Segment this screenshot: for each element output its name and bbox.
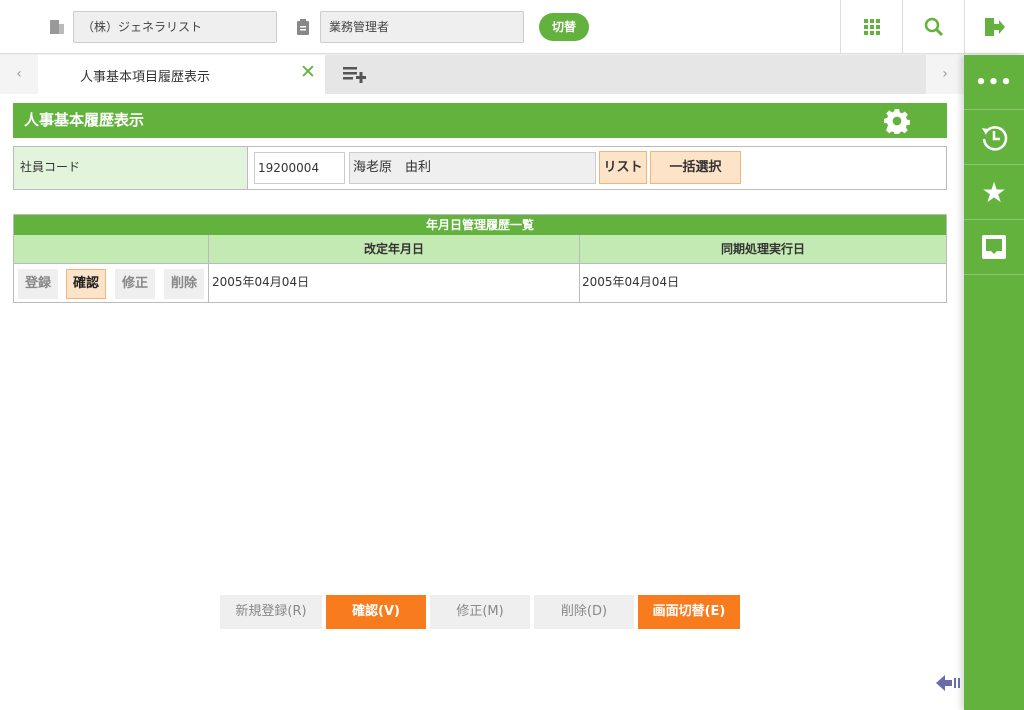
delete-button[interactable]: 削除(D)	[534, 595, 634, 629]
history-button[interactable]	[964, 110, 1024, 165]
list-button[interactable]: リスト	[599, 151, 647, 184]
logout-button[interactable]	[964, 0, 1024, 54]
table-row: 登録 確認 修正 削除 2005年04月04日 2005年04月04日	[14, 264, 946, 302]
row-edit-button[interactable]: 修正	[115, 269, 155, 299]
logout-icon	[984, 18, 1005, 36]
employee-code-label: 社員コード	[14, 147, 248, 189]
page-title: 人事基本履歴表示	[13, 103, 947, 138]
employee-code-input[interactable]: 19200004	[254, 152, 345, 184]
company-field[interactable]: （株）ジェネラリスト	[73, 11, 277, 43]
confirm-button[interactable]: 確認(V)	[326, 595, 426, 629]
sync-date-cell: 2005年04月04日	[579, 264, 946, 302]
row-confirm-button[interactable]: 確認	[66, 269, 106, 299]
star-icon: ★	[981, 175, 1007, 209]
tab-label: 人事基本項目履歴表示	[80, 70, 211, 85]
tab-active[interactable]: 人事基本項目履歴表示 ✕	[38, 55, 325, 94]
search-button[interactable]	[902, 0, 964, 54]
row-delete-button[interactable]: 削除	[164, 269, 204, 299]
collapse-arrow-icon[interactable]	[936, 673, 964, 693]
bulk-select-button[interactable]: 一括選択	[650, 151, 741, 184]
tab-scroll-left[interactable]: ‹	[0, 55, 38, 94]
revision-date-cell: 2005年04月04日	[208, 264, 579, 302]
building-icon	[50, 20, 64, 34]
search-icon	[924, 17, 943, 37]
column-header: 改定年月日	[208, 235, 579, 264]
favorite-button[interactable]: ★	[964, 165, 1024, 220]
history-table-title: 年月日管理履歴一覧	[14, 215, 946, 235]
more-button[interactable]: •••	[964, 55, 1024, 110]
column-header: 同期処理実行日	[579, 235, 946, 264]
history-table: 年月日管理履歴一覧 改定年月日 同期処理実行日 登録 確認 修正 削除 2005…	[13, 214, 947, 303]
right-sidebar: ••• ★	[964, 55, 1024, 710]
apps-button[interactable]	[840, 0, 902, 54]
employee-name-field: 海老原 由利	[349, 152, 596, 184]
switch-screen-button[interactable]: 画面切替(E)	[638, 595, 740, 629]
edit-button[interactable]: 修正(M)	[430, 595, 530, 629]
tab-scroll-right[interactable]: ›	[926, 55, 964, 94]
row-register-button[interactable]: 登録	[18, 269, 58, 299]
role-field[interactable]: 業務管理者	[320, 11, 524, 43]
inbox-icon	[982, 235, 1006, 259]
switch-button[interactable]: 切替	[539, 13, 589, 41]
add-tab-icon[interactable]	[343, 66, 367, 84]
new-register-button[interactable]: 新規登録(R)	[220, 595, 322, 629]
gear-icon[interactable]	[884, 108, 910, 134]
close-icon[interactable]: ✕	[300, 61, 316, 83]
more-icon: •••	[975, 71, 1013, 93]
history-icon	[982, 126, 1008, 151]
clipboard-icon	[297, 19, 309, 35]
inbox-button[interactable]	[964, 220, 1024, 275]
grid-icon	[863, 19, 880, 35]
employee-panel: 社員コード 19200004 海老原 由利 リスト 一括選択	[13, 146, 947, 190]
